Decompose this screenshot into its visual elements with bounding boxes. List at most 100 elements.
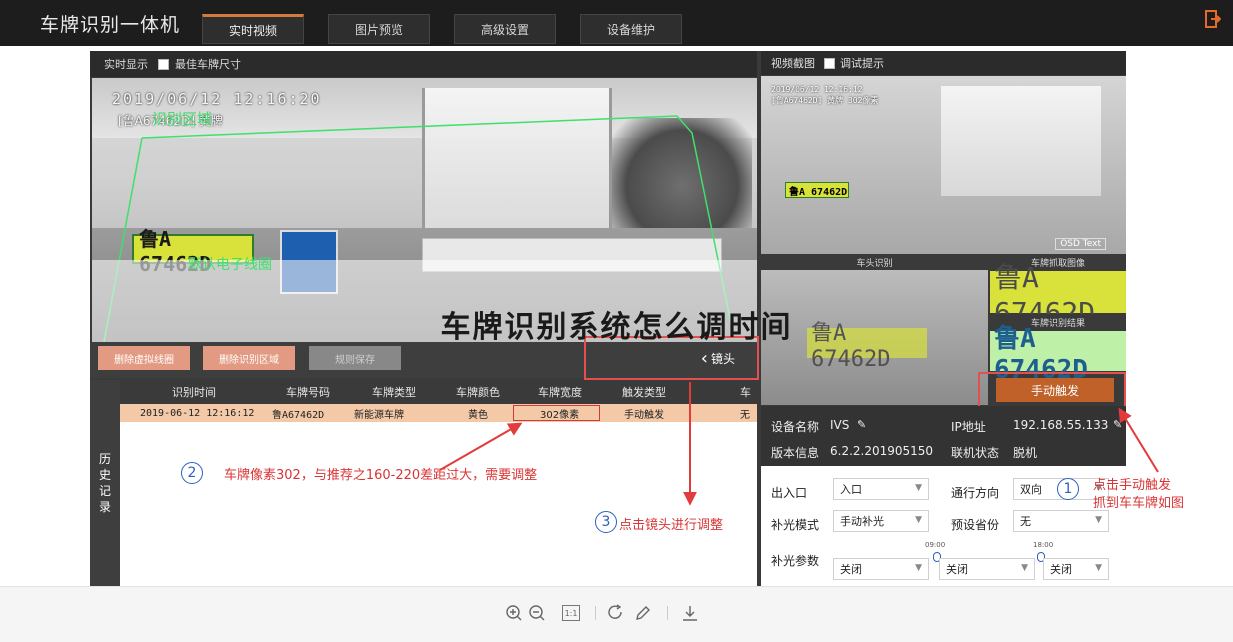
edit-name-icon[interactable]: ✎ [857,418,866,431]
chevron-down-icon: ▼ [915,483,922,493]
chevron-left-icon: ‹ [700,347,708,369]
lens-label: 镜头 [710,351,735,366]
chevron-down-icon: ▼ [1095,563,1102,573]
ip-value: 192.168.55.133 [1013,418,1109,432]
annotation-1-number: 1 [1057,478,1079,500]
chevron-down-icon: ▼ [1095,515,1102,525]
delete-virtual-loop-button[interactable]: 删除虚拟线圈 [98,346,190,370]
annotation-1-line2: 抓到车车牌如图 [1093,496,1185,511]
tab-image-preview[interactable]: 图片预览 [328,14,430,44]
light-param-select-1[interactable]: 关闭 ▼ [833,558,929,580]
snapshot-header: 视频截图 调试提示 [761,51,1126,75]
gate-value: 入口 [840,483,862,496]
history-side-char: 史 [98,468,111,482]
width-highlight [513,405,600,421]
table-row[interactable]: 2019-06-12 12:16:12 鲁A67462D 新能源车牌 黄色 30… [120,404,757,422]
tab-live-video[interactable]: 实时视频 [202,14,304,44]
save-rules-button[interactable]: 规则保存 [309,346,401,370]
column-header: 车 [740,386,751,399]
page: 车牌识别一体机 实时视频 图片预览 高级设置 设备维护 实时显示 最佳车牌尺寸 … [0,0,1233,642]
light-mode-label: 补光模式 [771,518,820,532]
light-mode-select[interactable]: 手动补光 ▼ [833,510,929,532]
device-name-value: IVS [830,418,850,432]
toolbar-divider [595,606,596,620]
zoom-out-icon[interactable] [528,604,546,622]
cell-color: 黄色 [468,409,488,421]
chevron-down-icon: ▼ [915,515,922,525]
delete-recognition-zone-button[interactable]: 删除识别区域 [203,346,295,370]
snapshot-osd-plate: [鲁A67462D] 黄牌 302像素 [771,96,879,105]
annotation-2-number: 2 [181,462,203,484]
light-param-value-1: 关闭 [840,563,862,576]
best-plate-size-checkbox[interactable] [158,58,169,70]
column-header: 车牌号码 [286,386,330,399]
history-side-char: 历 [98,452,111,466]
snapshot-osd-text: OSD Text [1055,238,1106,250]
column-header: 车牌颜色 [456,386,500,399]
live-view-header: 实时显示 最佳车牌尺寸 [90,51,757,77]
head-recognition-caption: 车头识别 [761,254,988,270]
edit-ip-icon[interactable]: ✎ [1113,418,1122,431]
province-label: 预设省份 [951,518,1000,532]
ip-label: IP地址 [951,420,986,434]
chevron-down-icon: ▼ [1021,563,1028,573]
debug-hint-label: 调试提示 [840,57,884,70]
video-osd-time: 2019/06/12 12:16:20 [112,90,322,108]
zoom-in-icon[interactable] [505,604,523,622]
annotation-3-text: 点击镜头进行调整 [619,518,724,533]
manual-trigger-button[interactable]: 手动触发 [996,378,1114,402]
gate-select[interactable]: 入口 ▼ [833,478,929,500]
download-icon[interactable] [681,604,699,622]
column-header: 车牌类型 [372,386,416,399]
device-name-label: 设备名称 [771,420,820,434]
snapshot-image[interactable]: 2019/06/12 12:16:12 [鲁A67462D] 黄牌 302像素 … [761,76,1126,254]
version-value: 6.2.2.201905150 [830,444,934,458]
column-header: 触发类型 [622,386,666,399]
edit-icon[interactable] [634,604,652,622]
app-title: 车牌识别一体机 [40,14,181,36]
cell-plate: 鲁A67462D [272,409,325,421]
annotation-3-number: 3 [595,511,617,533]
snapshot-osd: 2019/06/12 12:16:12 [鲁A67462D] 黄牌 302像素 [771,84,878,106]
tab-device-maintenance[interactable]: 设备维护 [580,14,682,44]
tab-advanced-settings[interactable]: 高级设置 [454,14,556,44]
status-label: 联机状态 [951,446,1000,460]
annotation-2-text: 车牌像素302，与推荐之160-220差距过大，需要调整 [224,468,538,483]
light-param-select-2[interactable]: 关闭 ▼ [939,558,1035,580]
snapshot-plate: 鲁A 67462D [785,182,849,198]
status-value: 脱机 [1013,446,1038,460]
province-value: 无 [1020,515,1031,528]
best-plate-size-label: 最佳车牌尺寸 [175,58,241,71]
history-side-label: 历 史 记 录 [90,380,120,586]
cell-extra: 无 [740,409,750,421]
snapshot-window [941,86,1101,196]
cell-trigger: 手动触发 [624,409,664,421]
direction-label: 通行方向 [951,486,1000,500]
column-header: 车牌宽度 [538,386,582,399]
overlay-title: 车牌识别系统怎么调时间 [440,310,793,345]
chevron-down-icon: ▼ [915,563,922,573]
top-bar: 车牌识别一体机 实时视频 图片预览 高级设置 设备维护 [0,0,1233,46]
debug-hint-checkbox[interactable] [824,57,835,69]
rotate-icon[interactable] [607,604,625,622]
light-param-select-3[interactable]: 关闭 ▼ [1043,558,1109,580]
snapshot-osd-time: 2019/06/12 12:16:12 [771,85,863,94]
history-table-header: 识别时间 车牌号码 车牌类型 车牌颜色 车牌宽度 触发类型 车 [120,380,757,404]
cell-type: 新能源车牌 [354,409,404,421]
recognition-zone-label: 识别区域 [152,110,213,128]
column-header: 识别时间 [172,386,216,399]
history-side-char: 记 [98,484,111,498]
exit-icon[interactable] [1205,10,1221,28]
time-mark-start: 09:00 [925,541,946,549]
light-param-label: 补光参数 [771,554,820,568]
province-select[interactable]: 无 ▼ [1013,510,1109,532]
toolbar-divider [667,606,668,620]
gate-label: 出入口 [771,486,808,500]
actual-size-icon[interactable]: 1:1 [562,605,580,621]
main-tabs: 实时视频 图片预览 高级设置 设备维护 [202,14,682,44]
light-param-value-3: 关闭 [1050,563,1072,576]
annotation-1-line1: 点击手动触发 [1093,478,1172,493]
time-mark-end: 18:00 [1033,541,1054,549]
history-side-char: 录 [98,500,111,514]
device-info: 设备名称 IVS ✎ IP地址 192.168.55.133 ✎ 版本信息 6.… [761,406,1126,466]
